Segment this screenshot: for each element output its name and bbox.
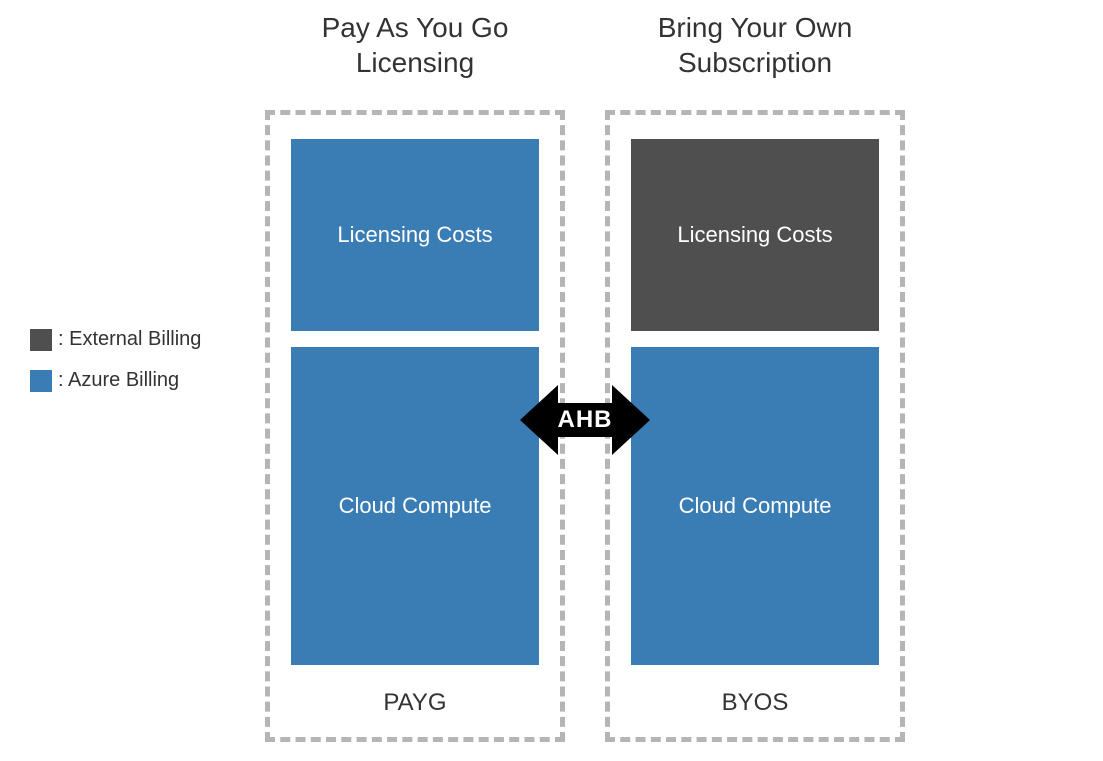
legend-external-label: : External Billing (58, 328, 201, 351)
byos-compute-label: Cloud Compute (679, 493, 832, 519)
byos-licensing-label: Licensing Costs (677, 222, 832, 248)
title-payg: Pay As You Go Licensing (270, 10, 560, 80)
payg-compute-label: Cloud Compute (339, 493, 492, 519)
byos-licensing-block: Licensing Costs (631, 139, 879, 331)
legend-row-external: : External Billing (30, 328, 201, 351)
payg-licensing-label: Licensing Costs (337, 222, 492, 248)
payg-licensing-block: Licensing Costs (291, 139, 539, 331)
legend-azure-label: : Azure Billing (58, 369, 179, 392)
title-byos: Bring Your Own Subscription (610, 10, 900, 80)
swatch-external-icon (30, 329, 52, 351)
ahb-arrow: AHB (520, 380, 650, 460)
byos-abbr: BYOS (610, 689, 900, 717)
ahb-label: AHB (558, 406, 613, 434)
byos-container: Licensing Costs Cloud Compute BYOS (605, 110, 905, 742)
byos-compute-block: Cloud Compute (631, 347, 879, 665)
payg-abbr: PAYG (270, 689, 560, 717)
legend: : External Billing : Azure Billing (30, 328, 201, 410)
swatch-azure-icon (30, 370, 52, 392)
payg-compute-block: Cloud Compute (291, 347, 539, 665)
legend-row-azure: : Azure Billing (30, 369, 201, 392)
